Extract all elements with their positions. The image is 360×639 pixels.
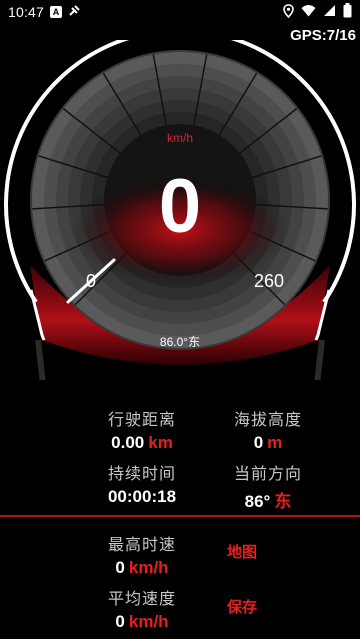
stat-max-speed-label: 最高时速 — [107, 537, 176, 554]
stat-distance-value: 0.00 km — [77, 433, 207, 453]
stat-avg-speed-label: 平均速度 — [107, 591, 176, 608]
stat-avg-speed-unit: km/h — [128, 612, 169, 631]
location-pin-icon — [283, 3, 294, 21]
stat-altitude-label: 海拔高度 — [233, 412, 302, 429]
battery-icon — [343, 3, 352, 21]
stat-distance-label: 行驶距离 — [107, 412, 176, 429]
stat-max-speed-unit: km/h — [128, 558, 169, 577]
stat-altitude-number: 0 — [253, 433, 264, 452]
satellite-icon — [68, 4, 81, 20]
gauge-unit: km/h — [167, 131, 193, 145]
gauge-max-label: 260 — [254, 271, 284, 291]
stat-distance: 行驶距离 0.00 km — [77, 406, 207, 453]
speedometer-gauge: km/h 0 0 260 86.0°东 — [4, 40, 356, 380]
stat-distance-number: 0.00 — [111, 433, 145, 452]
stat-altitude-value: 0m — [203, 433, 333, 453]
map-button[interactable]: 地图 — [227, 541, 257, 562]
wifi-icon — [301, 4, 316, 20]
stat-duration-value: 00:00:18 — [107, 487, 177, 506]
status-bar-right — [283, 3, 352, 21]
stat-avg-speed: 平均速度 0 km/h — [77, 585, 207, 632]
gauge-heading: 86.0°东 — [160, 335, 200, 349]
stat-max-speed-number: 0 — [115, 558, 125, 577]
stat-avg-speed-number: 0 — [115, 612, 125, 631]
speed-readout: 0 — [159, 164, 201, 249]
cellular-signal-icon — [323, 4, 336, 20]
gauge-left-leg — [35, 339, 46, 380]
status-bar-left: 10:47 A — [8, 4, 81, 20]
gauge-min-label: 0 — [86, 271, 96, 291]
stat-distance-unit: km — [148, 433, 173, 452]
stat-altitude: 海拔高度 0m — [203, 406, 333, 453]
gauge-right-leg — [314, 339, 325, 380]
section-divider — [0, 515, 360, 517]
stat-direction-value: 86° 东 — [203, 487, 333, 512]
stat-max-speed: 最高时速 0 km/h — [77, 531, 207, 578]
stat-altitude-unit: m — [267, 433, 283, 452]
stat-avg-speed-value: 0 km/h — [77, 612, 207, 632]
save-button[interactable]: 保存 — [227, 596, 257, 617]
stat-max-speed-value: 0 km/h — [77, 558, 207, 578]
stat-direction-number: 86° — [244, 492, 271, 511]
status-bar: 10:47 A — [0, 0, 360, 24]
text-a-icon: A — [50, 6, 63, 18]
stat-duration-label: 持续时间 — [107, 466, 176, 483]
stat-direction-label: 当前方向 — [233, 466, 302, 483]
stat-direction: 当前方向 86° 东 — [203, 460, 333, 512]
stat-direction-unit: 东 — [274, 492, 292, 511]
clock: 10:47 — [8, 4, 45, 20]
stat-duration: 持续时间 00:00:18 — [77, 460, 207, 507]
